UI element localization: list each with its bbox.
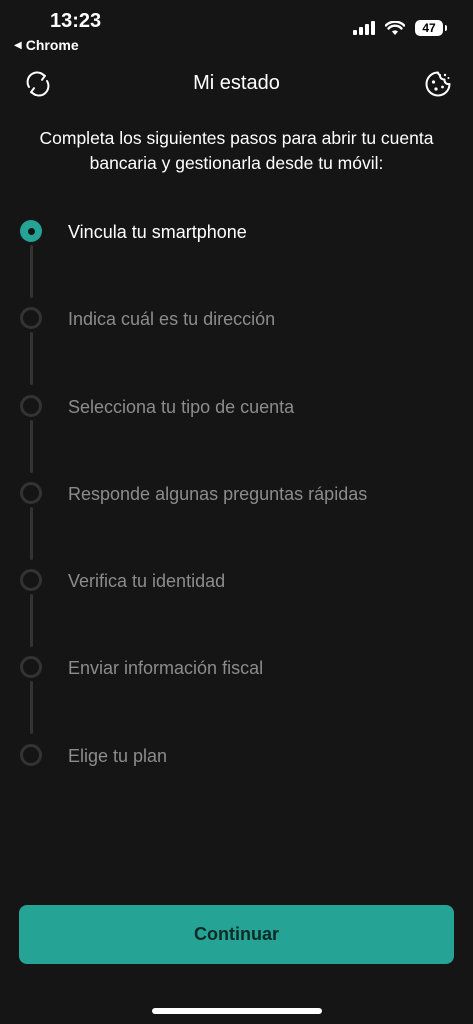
step-label: Enviar información fiscal <box>68 658 264 679</box>
step-pending-indicator-icon <box>20 481 42 504</box>
step-label: Elige tu plan <box>68 745 168 766</box>
step-label: Selecciona tu tipo de cuenta <box>68 396 295 417</box>
status-icons: 47 <box>353 20 447 36</box>
steps-list: Vincula tu smartphone Indica cuál es tu … <box>0 215 473 826</box>
battery-icon: 47 <box>415 20 447 36</box>
step-connector <box>30 506 33 560</box>
back-arrow-icon: ◀ <box>14 39 22 51</box>
home-indicator[interactable] <box>152 1008 322 1014</box>
step-label: Verifica tu identidad <box>68 571 226 592</box>
intro-text: Completa los siguientes pasos para abrir… <box>39 128 434 173</box>
step-label: Indica cuál es tu dirección <box>68 309 276 330</box>
cellular-signal-icon <box>353 21 375 35</box>
back-app-label: Chrome <box>25 37 79 53</box>
wifi-icon <box>385 20 405 35</box>
step-active-indicator-icon <box>20 220 42 242</box>
back-to-app-link[interactable]: ◀ Chrome <box>14 37 79 53</box>
step-item: Vincula tu smartphone <box>0 215 473 302</box>
cookie-icon <box>425 71 451 97</box>
step-item: Selecciona tu tipo de cuenta <box>0 390 473 477</box>
step-item: Verifica tu identidad <box>0 564 473 651</box>
step-label: Vincula tu smartphone <box>68 222 247 242</box>
cookie-settings-button[interactable] <box>421 67 455 101</box>
step-pending-indicator-icon <box>20 743 42 766</box>
step-connector <box>30 332 33 386</box>
step-item: Indica cuál es tu dirección <box>0 302 473 389</box>
step-item: Enviar información fiscal <box>0 651 473 738</box>
step-connector <box>30 594 33 648</box>
step-connector <box>30 681 33 735</box>
header: Mi estado <box>0 62 473 106</box>
screen: 13:23 ◀ Chrome 47 Mi estado Completa los… <box>0 0 473 1024</box>
step-item: Elige tu plan <box>0 739 473 826</box>
step-connector <box>30 419 33 473</box>
step-pending-indicator-icon <box>20 656 42 679</box>
step-pending-indicator-icon <box>20 569 42 592</box>
status-time: 13:23 <box>50 10 102 32</box>
continue-button[interactable]: Continuar <box>19 905 454 964</box>
step-item: Responde algunas preguntas rápidas <box>0 477 473 564</box>
step-pending-indicator-icon <box>20 307 42 330</box>
step-label: Responde algunas preguntas rápidas <box>68 483 368 504</box>
step-pending-indicator-icon <box>20 394 42 417</box>
step-connector <box>30 245 33 298</box>
page-title: Mi estado <box>193 72 280 94</box>
